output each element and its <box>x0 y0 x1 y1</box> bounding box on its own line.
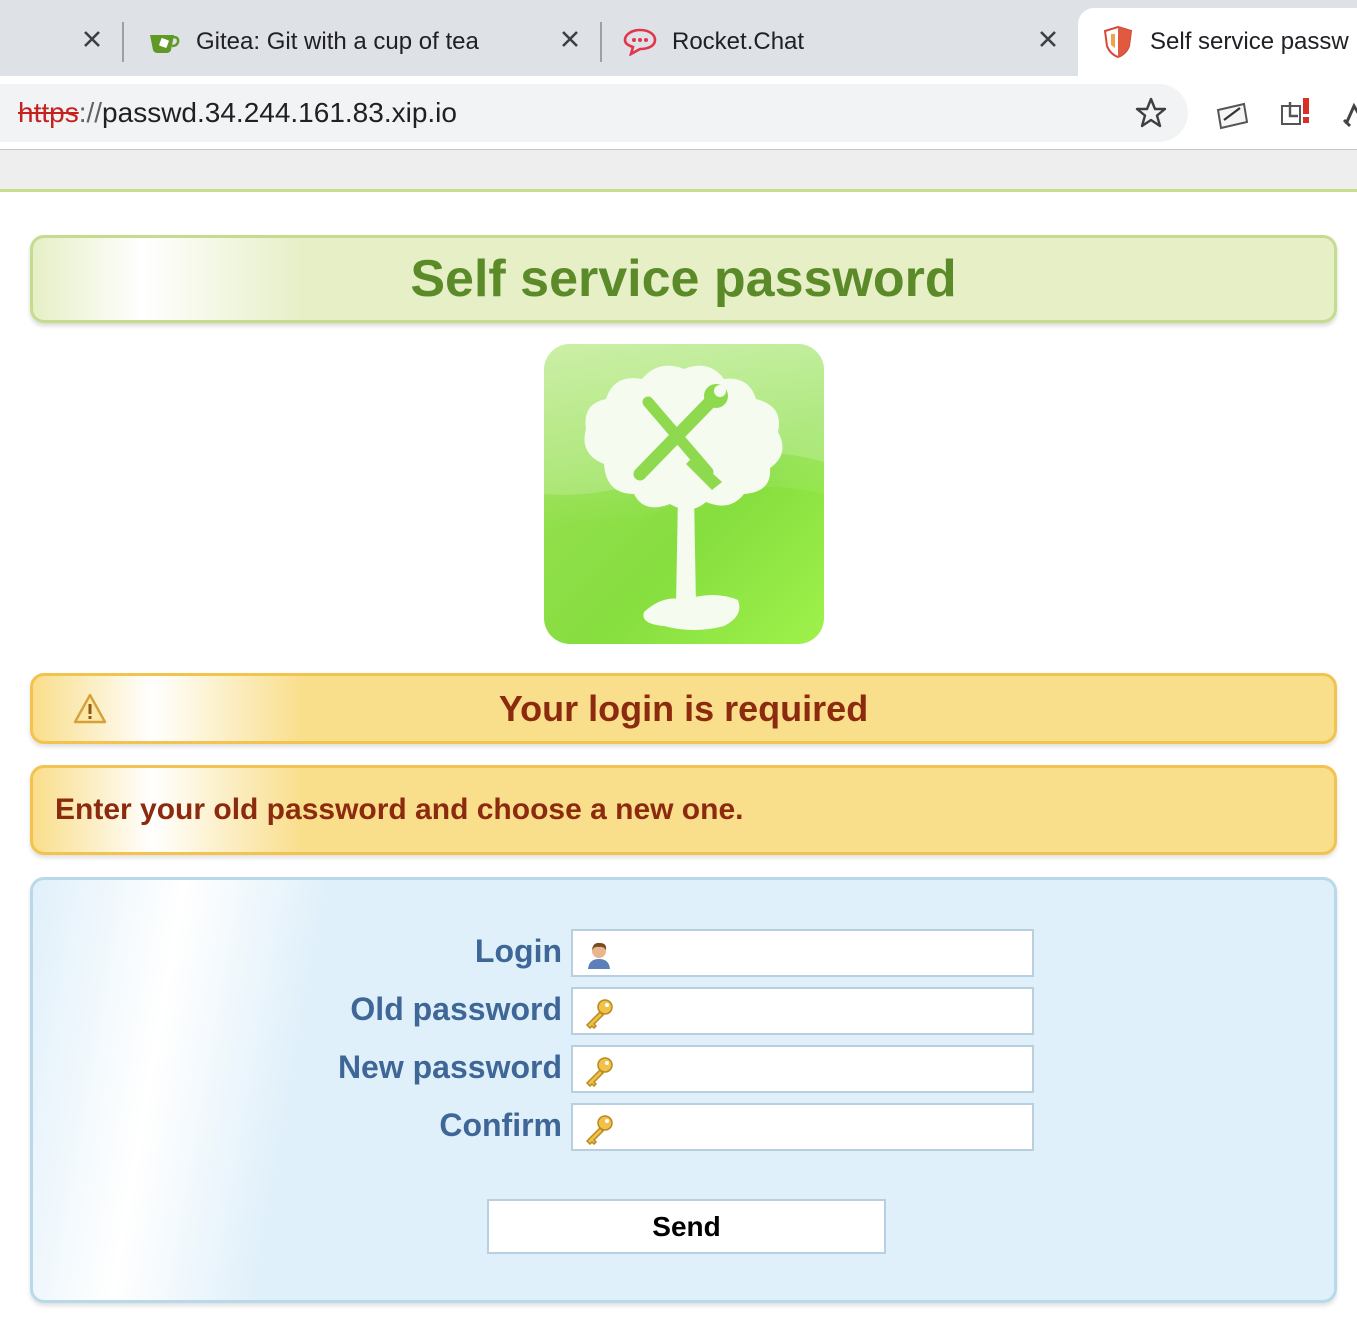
tab-rocketchat[interactable]: Rocket.Chat <box>622 8 1022 76</box>
confirm-field[interactable] <box>571 1103 1034 1151</box>
old-password-row: Old password <box>33 987 1334 1035</box>
send-button[interactable]: Send <box>487 1199 886 1254</box>
gitea-tea-icon <box>146 24 182 60</box>
new-password-label: New password <box>337 1049 562 1085</box>
tab-label: Gitea: Git with a cup of tea <box>196 28 479 55</box>
user-icon <box>583 939 615 971</box>
extension-alert-icon[interactable] <box>1280 96 1316 132</box>
url-scheme: https <box>18 97 79 128</box>
new-password-row: New password <box>33 1045 1334 1093</box>
tab-self-service-password[interactable]: Self service passw <box>1078 8 1357 76</box>
warning-triangle-icon <box>73 693 107 725</box>
change-password-form: Login Old password New password Confirm … <box>30 877 1337 1303</box>
browser-toolbar: https :// passwd.34.244.161.83.xip.io <box>0 76 1357 150</box>
key-icon <box>583 1113 615 1146</box>
confirm-row: Confirm <box>33 1103 1334 1151</box>
bookmarks-bar <box>0 150 1357 192</box>
old-password-input[interactable] <box>621 993 1026 1029</box>
new-password-input[interactable] <box>621 1051 1026 1087</box>
confirm-input[interactable] <box>621 1109 1026 1145</box>
page-title: Self service password <box>410 250 957 308</box>
key-icon <box>583 1055 615 1088</box>
instructions-box: Enter your old password and choose a new… <box>30 765 1337 855</box>
login-field[interactable] <box>571 929 1034 977</box>
tab-label: Rocket.Chat <box>672 28 805 55</box>
tab-separator <box>600 22 602 62</box>
confirm-label: Confirm <box>439 1107 562 1143</box>
old-password-label: Old password <box>350 991 562 1027</box>
close-tab-icon[interactable] <box>78 25 106 53</box>
close-tab-icon[interactable] <box>1034 25 1062 53</box>
tab-strip: Gitea: Git with a cup of tea Rocket.Chat… <box>0 0 1357 76</box>
alert-message: Your login is required <box>498 687 869 729</box>
login-label: Login <box>474 933 562 969</box>
tab-label: Self service passw <box>1150 28 1349 55</box>
url-host: passwd.34.244.161.83.xip.io <box>102 97 457 128</box>
new-password-field[interactable] <box>571 1045 1034 1093</box>
page-title-banner: Self service password <box>30 235 1337 323</box>
rocketchat-icon <box>622 24 658 60</box>
login-input[interactable] <box>621 935 1026 971</box>
address-bar[interactable]: https :// passwd.34.244.161.83.xip.io <box>0 84 1188 142</box>
tab-gitea[interactable]: Gitea: Git with a cup of tea <box>146 8 566 76</box>
close-tab-icon[interactable] <box>556 25 584 53</box>
tab-separator <box>122 22 124 62</box>
old-password-field[interactable] <box>571 987 1034 1035</box>
key-icon <box>583 997 615 1030</box>
shield-icon <box>1100 24 1136 60</box>
url-separator: :// <box>78 97 103 128</box>
bookmark-star-icon[interactable] <box>1134 96 1168 130</box>
login-row: Login <box>33 929 1334 977</box>
login-required-alert: Your login is required <box>30 673 1337 744</box>
self-service-tree-logo <box>544 344 824 644</box>
instructions-text: Enter your old password and choose a new… <box>55 793 744 826</box>
extension-pen-icon[interactable] <box>1214 96 1250 132</box>
extension-recycle-icon[interactable] <box>1340 96 1357 132</box>
